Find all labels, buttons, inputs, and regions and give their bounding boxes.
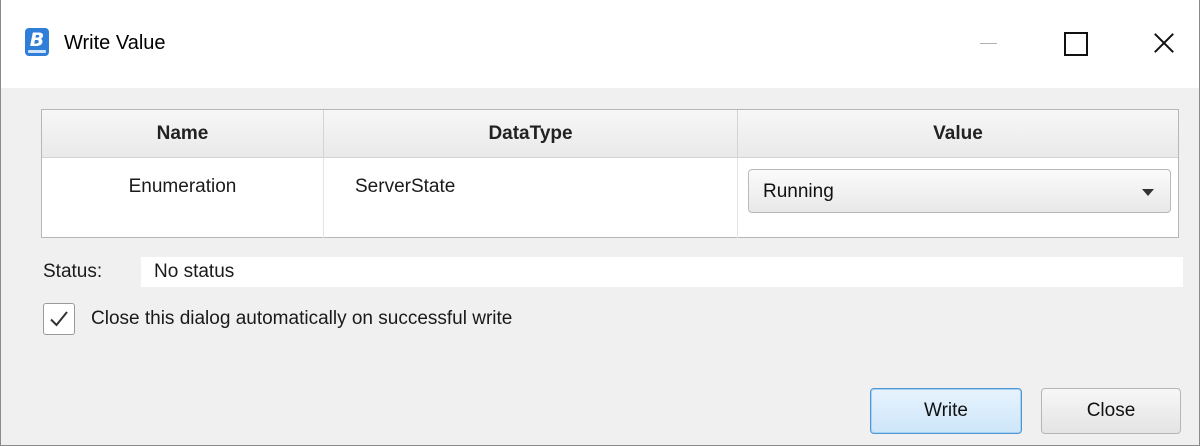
auto-close-checkbox[interactable] — [43, 303, 75, 335]
column-header-value[interactable]: Value — [737, 110, 1178, 158]
minimize-icon[interactable] — [969, 26, 1017, 60]
auto-close-label[interactable]: Close this dialog automatically on succe… — [91, 308, 512, 330]
table-header: Name DataType Value — [42, 110, 1178, 158]
cell-datatype: ServerState — [323, 158, 737, 238]
status-label: Status: — [43, 261, 103, 282]
close-icon[interactable] — [1133, 26, 1181, 60]
column-header-datatype[interactable]: DataType — [323, 110, 737, 158]
chevron-down-icon[interactable] — [1142, 189, 1154, 196]
status-value: No status — [154, 261, 235, 282]
write-values-table: Name DataType Value Enumeration ServerSt… — [41, 109, 1179, 238]
close-button[interactable]: Close — [1041, 388, 1181, 434]
column-header-name[interactable]: Name — [42, 110, 323, 158]
maximize-icon[interactable] — [1047, 26, 1095, 60]
window-title: Write Value — [64, 32, 166, 54]
status-field: No status — [141, 257, 1183, 287]
cell-value: Running — [737, 158, 1178, 238]
value-dropdown-selected: Running — [763, 181, 834, 202]
app-logo-letter: B — [29, 29, 45, 51]
title-bar[interactable]: B Write Value — [1, 0, 1199, 88]
app-logo-base — [28, 50, 46, 53]
write-value-dialog: B Write Value Name DataType Value Enumer… — [0, 0, 1200, 446]
app-logo-icon: B — [25, 28, 49, 56]
value-dropdown[interactable]: Running — [748, 169, 1171, 213]
cell-name: Enumeration — [128, 176, 237, 197]
write-button[interactable]: Write — [870, 388, 1022, 434]
checkmark-icon — [50, 311, 68, 327]
